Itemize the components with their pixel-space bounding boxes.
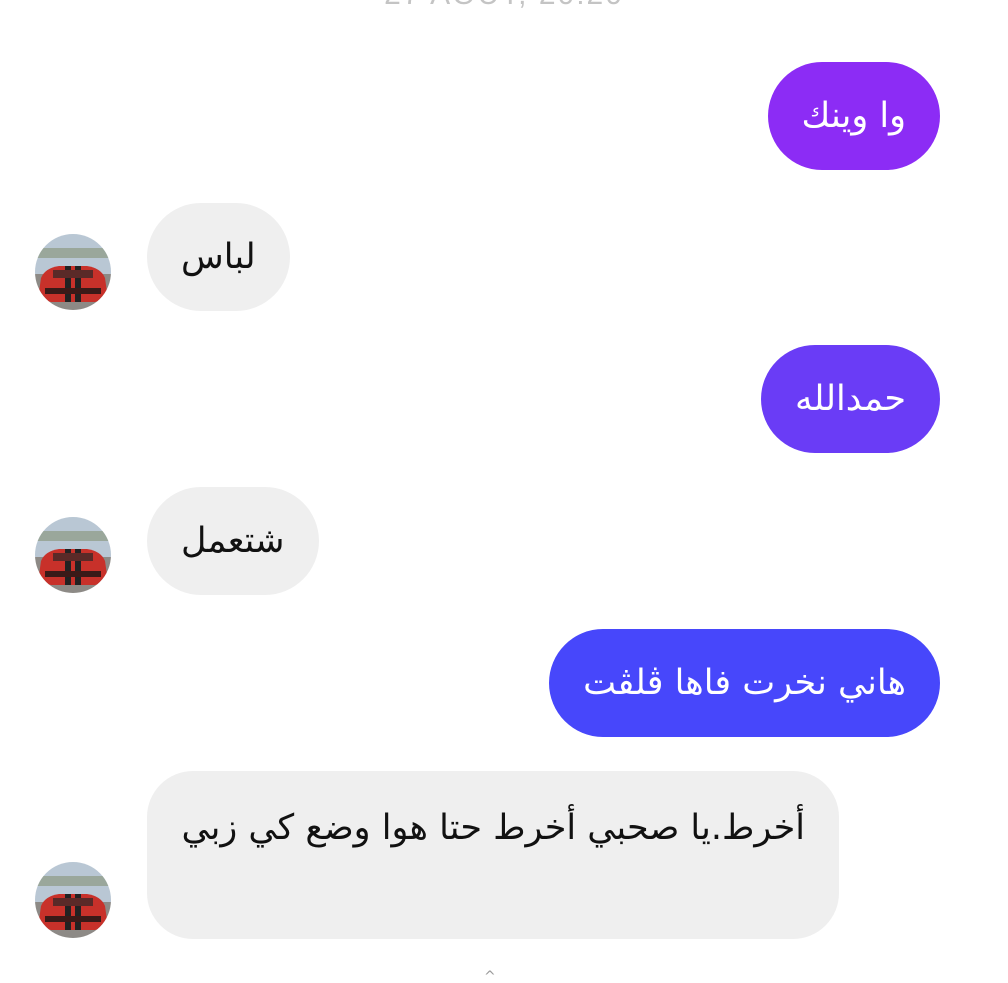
chat-screen: 27 AOÛT, 20:20 وا وينك لباس حمدالله xyxy=(0,0,1008,983)
incoming-message-bubble[interactable]: شتعمل xyxy=(147,487,319,595)
contact-avatar[interactable] xyxy=(35,517,111,593)
outgoing-message-bubble[interactable]: وا وينك xyxy=(767,62,940,170)
message-text: هاني نخرت فاها ڨلڨت xyxy=(583,663,906,703)
outgoing-message-bubble[interactable]: حمدالله xyxy=(761,345,940,453)
message-text: وا وينك xyxy=(801,96,906,136)
caret-up-icon: ^ xyxy=(484,969,496,983)
incoming-message-bubble[interactable]: أخرط.يا صحبي أخرط حتا هوا وضع كي زبي xyxy=(147,771,839,939)
red-car-avatar-icon xyxy=(35,234,111,310)
red-car-avatar-icon xyxy=(35,862,111,938)
incoming-message-bubble[interactable]: لباس xyxy=(147,203,290,311)
red-car-avatar-icon xyxy=(35,517,111,593)
contact-avatar[interactable] xyxy=(35,234,111,310)
conversation-timestamp: 27 AOÛT, 20:20 xyxy=(0,0,1008,12)
outgoing-message-bubble[interactable]: هاني نخرت فاها ڨلڨت xyxy=(549,629,940,737)
message-text: شتعمل xyxy=(181,521,285,561)
message-text: أخرط.يا صحبي أخرط حتا هوا وضع كي زبي xyxy=(181,808,805,848)
message-text: حمدالله xyxy=(795,379,906,419)
contact-avatar[interactable] xyxy=(35,862,111,938)
message-text: لباس xyxy=(181,237,256,277)
